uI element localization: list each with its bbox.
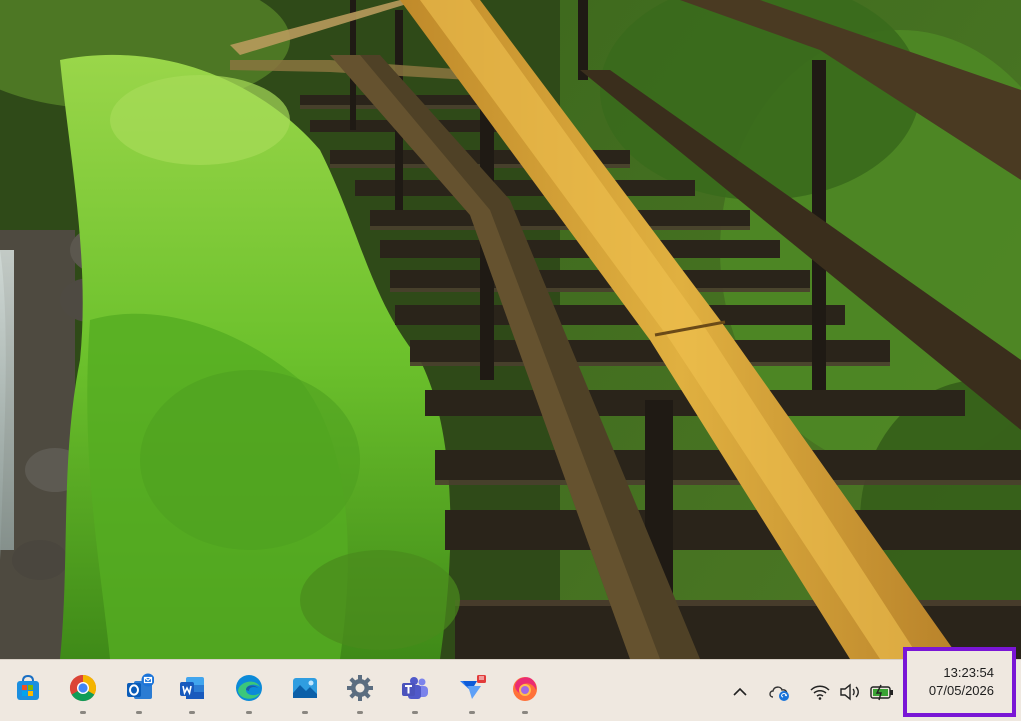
running-indicator	[80, 711, 86, 714]
taskbar	[0, 659, 1021, 721]
volume-tray-icon[interactable]	[837, 680, 863, 704]
taskbar-app-photos[interactable]	[285, 670, 325, 714]
taskbar-app-teams[interactable]	[395, 670, 435, 714]
onedrive-sync-tray-icon[interactable]	[767, 680, 793, 704]
power-automate-icon	[460, 675, 486, 699]
running-indicator	[412, 711, 418, 714]
running-indicator	[136, 711, 142, 714]
gear-icon	[347, 675, 373, 701]
clock-date: 07/05/2026	[928, 683, 994, 698]
firefox-icon	[513, 677, 537, 701]
running-indicator	[522, 711, 528, 714]
chevron-up-icon	[733, 687, 747, 696]
battery-tray-icon[interactable]	[869, 680, 895, 704]
taskbar-app-outlook[interactable]	[119, 670, 159, 714]
store-icon	[17, 674, 39, 700]
taskbar-app-settings[interactable]	[340, 670, 380, 714]
edge-icon	[236, 675, 262, 701]
taskbar-app-firefox[interactable]	[505, 670, 545, 714]
taskbar-app-edge[interactable]	[229, 670, 269, 714]
taskbar-app-store[interactable]	[8, 670, 48, 714]
chrome-icon	[69, 674, 97, 702]
word-icon	[180, 677, 204, 699]
running-indicator	[189, 711, 195, 714]
network-tray-icon[interactable]	[807, 680, 833, 704]
outlook-icon	[127, 673, 154, 699]
show-hidden-icons-button[interactable]	[727, 680, 753, 704]
taskbar-app-word[interactable]	[172, 670, 212, 714]
running-indicator	[469, 711, 475, 714]
running-indicator	[357, 711, 363, 714]
cloud-sync-icon	[769, 686, 789, 701]
clock-time: 13:23:54	[943, 665, 994, 680]
running-indicator	[302, 711, 308, 714]
photos-icon	[293, 678, 317, 698]
running-indicator	[246, 711, 252, 714]
volume-icon	[840, 683, 859, 701]
wallpaper-image	[0, 0, 1021, 659]
taskbar-app-chrome[interactable]	[63, 670, 103, 714]
wifi-icon	[810, 685, 830, 700]
taskbar-app-power-automate[interactable]	[452, 670, 492, 714]
taskbar-clock[interactable]: 13:23:54 07/05/2026	[903, 647, 1016, 717]
desktop-wallpaper	[0, 0, 1021, 659]
battery-charging-icon	[870, 684, 893, 701]
teams-icon	[402, 677, 428, 699]
